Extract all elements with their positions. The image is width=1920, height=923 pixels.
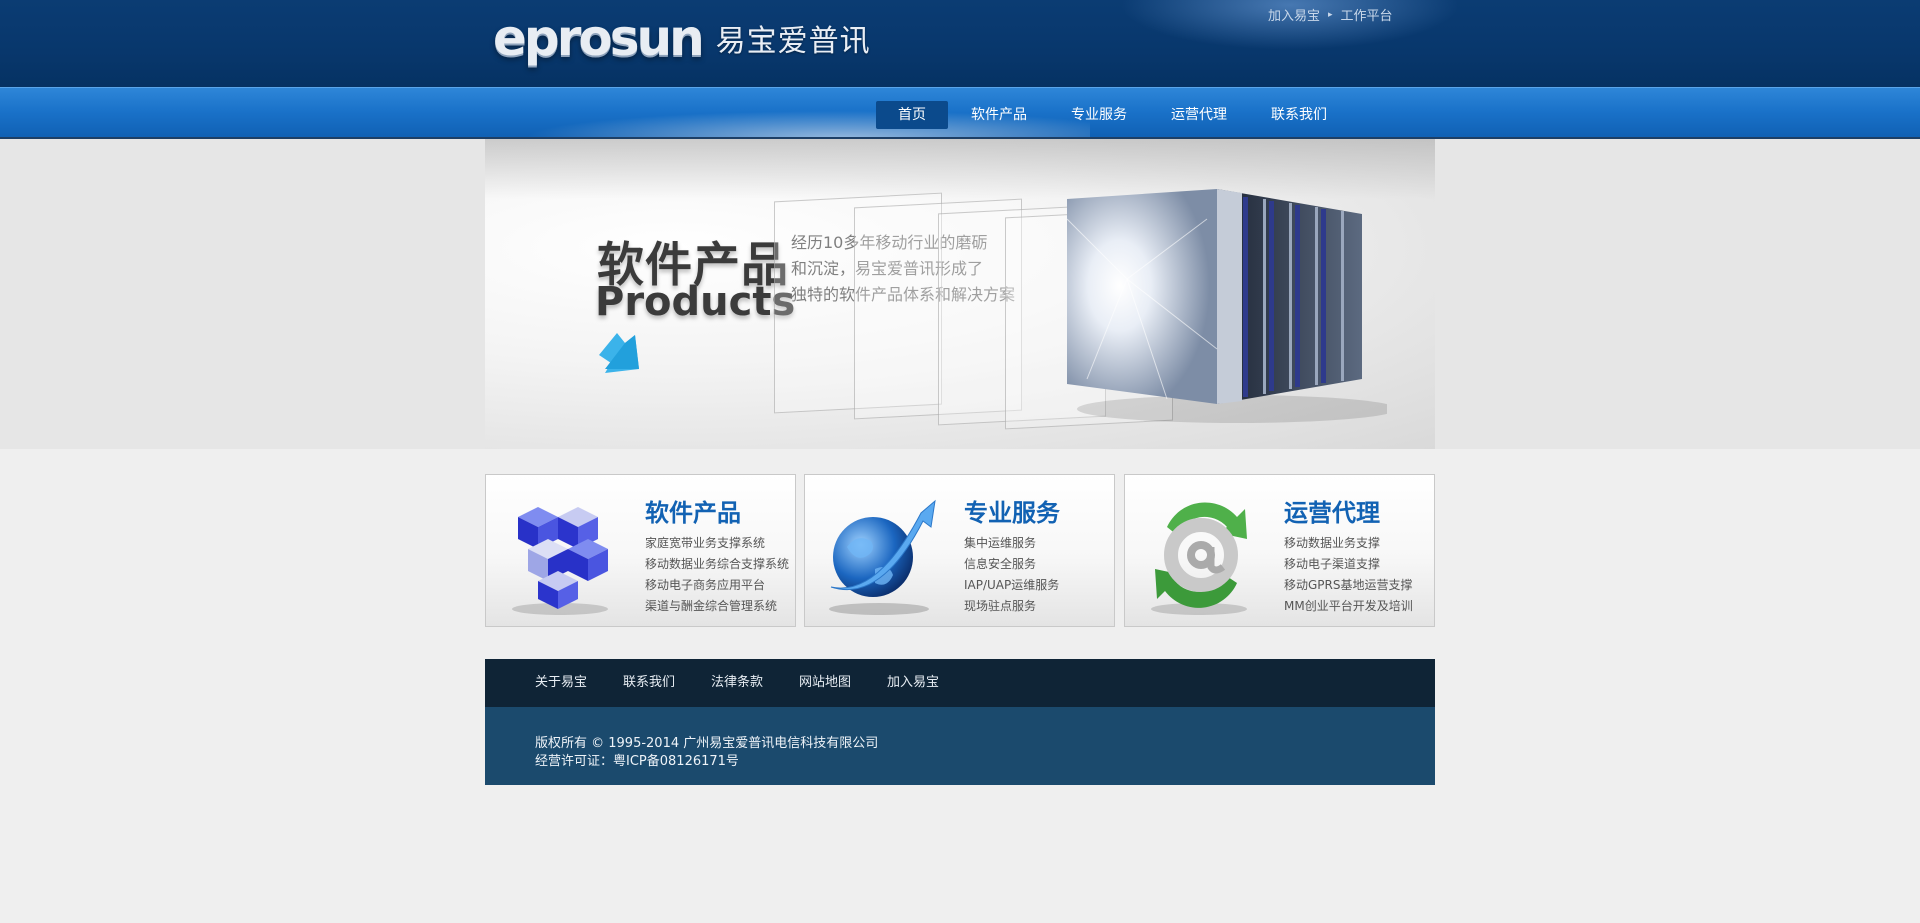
- nav-item-home[interactable]: 首页: [876, 101, 948, 129]
- footer-link-sitemap[interactable]: 网站地图: [799, 659, 851, 707]
- arrow-icon: [599, 333, 639, 373]
- feature-box-products[interactable]: 软件产品 家庭宽带业务支撑系统 移动数据业务综合支撑系统 移动电子商务应用平台 …: [485, 474, 796, 627]
- at-sign-recycle-icon: [1151, 502, 1247, 615]
- top-link-join[interactable]: 加入易宝: [1268, 5, 1320, 24]
- feature-link[interactable]: 移动GPRS基地运营支撑: [1284, 575, 1413, 596]
- feature-link[interactable]: 信息安全服务: [964, 554, 1059, 575]
- feature-title: 专业服务: [964, 499, 1060, 527]
- top-links: 加入易宝 ▸ 工作平台: [1268, 5, 1393, 24]
- cubes-icon: [512, 507, 608, 615]
- header-bar: eprosun 易宝爱普讯 加入易宝 ▸ 工作平台: [0, 0, 1920, 87]
- logo-latin: eprosun: [493, 9, 705, 67]
- footer-link-about[interactable]: 关于易宝: [535, 659, 587, 707]
- copyright-text: 版权所有 © 1995-2014 广州易宝爱普讯电信科技有限公司: [535, 736, 879, 751]
- feature-box-agency[interactable]: 运营代理 移动数据业务支撑 移动电子渠道支撑 移动GPRS基地运营支撑 MM创业…: [1124, 474, 1435, 627]
- banner-title-en: Products: [595, 279, 796, 325]
- main-nav-bar: 首页 软件产品 专业服务 运营代理 联系我们: [0, 87, 1920, 140]
- feature-link[interactable]: 移动数据业务综合支撑系统: [645, 554, 789, 575]
- top-link-workspace[interactable]: 工作平台: [1341, 5, 1393, 24]
- feature-list: 家庭宽带业务支撑系统 移动数据业务综合支撑系统 移动电子商务应用平台 渠道与酬金…: [645, 533, 789, 617]
- triangle-right-icon: ▸: [1328, 9, 1333, 20]
- feature-link[interactable]: IAP/UAP运维服务: [964, 575, 1059, 596]
- hero-banner[interactable]: 软件产品 Products 经历10多年移动行业的磨砺 和沉淀，易宝爱普讯形成了…: [485, 139, 1435, 449]
- logo-chinese: 易宝爱普讯: [715, 24, 871, 59]
- server-rack-image: [1067, 189, 1387, 423]
- feature-title: 运营代理: [1284, 499, 1380, 527]
- footer-nav: 关于易宝 联系我们 法律条款 网站地图 加入易宝: [485, 659, 1435, 707]
- feature-title: 软件产品: [645, 499, 741, 527]
- globe-arrow-icon: [829, 499, 936, 615]
- feature-link[interactable]: 移动数据业务支撑: [1284, 533, 1413, 554]
- main-nav: 首页 软件产品 专业服务 运营代理 联系我们: [876, 101, 1350, 129]
- feature-link[interactable]: 移动电子渠道支撑: [1284, 554, 1413, 575]
- license-text: 经营许可证：粤ICP备08126171号: [535, 754, 739, 769]
- feature-link[interactable]: 集中运维服务: [964, 533, 1059, 554]
- feature-link[interactable]: MM创业平台开发及培训: [1284, 596, 1413, 617]
- feature-box-services[interactable]: 专业服务 集中运维服务 信息安全服务 IAP/UAP运维服务 现场驻点服务: [804, 474, 1115, 627]
- feature-link[interactable]: 家庭宽带业务支撑系统: [645, 533, 789, 554]
- nav-item-products[interactable]: 软件产品: [950, 101, 1048, 129]
- nav-item-contact[interactable]: 联系我们: [1250, 101, 1348, 129]
- footer-link-contact[interactable]: 联系我们: [623, 659, 675, 707]
- feature-list: 移动数据业务支撑 移动电子渠道支撑 移动GPRS基地运营支撑 MM创业平台开发及…: [1284, 533, 1413, 617]
- feature-list: 集中运维服务 信息安全服务 IAP/UAP运维服务 现场驻点服务: [964, 533, 1059, 617]
- nav-item-services[interactable]: 专业服务: [1050, 101, 1148, 129]
- site-logo[interactable]: eprosun 易宝爱普讯: [493, 9, 871, 67]
- footer-info: 版权所有 © 1995-2014 广州易宝爱普讯电信科技有限公司 经营许可证：粤…: [485, 707, 1435, 785]
- feature-link[interactable]: 渠道与酬金综合管理系统: [645, 596, 789, 617]
- feature-link[interactable]: 移动电子商务应用平台: [645, 575, 789, 596]
- footer-link-legal[interactable]: 法律条款: [711, 659, 763, 707]
- footer-link-join[interactable]: 加入易宝: [887, 659, 939, 707]
- nav-item-agency[interactable]: 运营代理: [1150, 101, 1248, 129]
- feature-link[interactable]: 现场驻点服务: [964, 596, 1059, 617]
